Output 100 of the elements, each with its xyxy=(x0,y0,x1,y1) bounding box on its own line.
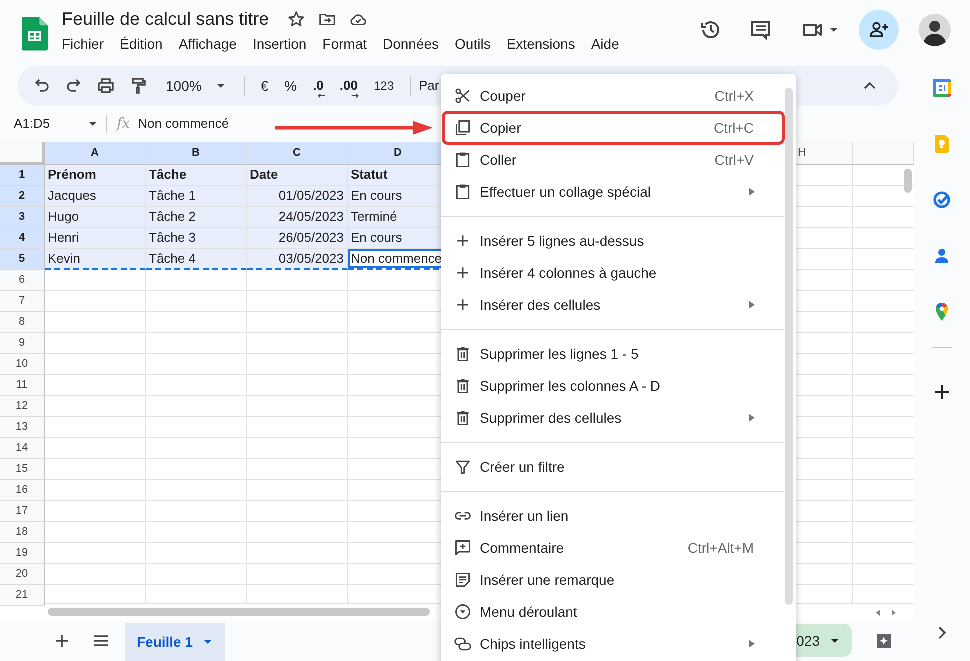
clipboard-icon xyxy=(454,151,472,169)
percent-button[interactable]: % xyxy=(276,74,306,98)
table-cell[interactable]: Tâche xyxy=(146,164,247,186)
table-cell[interactable]: Tâche 2 xyxy=(146,206,247,228)
row-header[interactable]: 17 xyxy=(0,500,45,522)
table-cell[interactable]: 01/05/2023 xyxy=(247,186,348,206)
trash-icon xyxy=(454,377,472,395)
context-menu-item[interactable]: Supprimer les lignes 1 - 5 xyxy=(441,338,784,370)
row-header[interactable]: 8 xyxy=(0,312,45,332)
table-cell[interactable]: Tâche 1 xyxy=(146,186,247,206)
table-cell[interactable]: Date xyxy=(247,164,348,186)
row-header[interactable]: 6 xyxy=(0,270,45,290)
avatar-icon[interactable] xyxy=(919,14,951,46)
context-menu-item[interactable]: Couper Ctrl+X xyxy=(441,80,784,112)
comment-icon[interactable] xyxy=(749,18,773,42)
clipboard-icon xyxy=(454,183,472,201)
arrow-icon xyxy=(316,92,326,99)
menu-item[interactable]: Données xyxy=(383,36,448,52)
menu-item[interactable]: Outils xyxy=(455,36,499,52)
menu-item[interactable]: Extensions xyxy=(506,36,584,52)
context-menu-item[interactable]: Supprimer les colonnes A - D xyxy=(441,370,784,402)
dropdown-circle-icon xyxy=(454,603,472,621)
calendar-icon[interactable] xyxy=(932,78,952,98)
column-header[interactable]: B xyxy=(146,142,247,164)
menu-item[interactable]: Aide xyxy=(591,36,628,52)
shortcut-label: Ctrl+C xyxy=(714,120,754,136)
table-cell[interactable]: Hugo xyxy=(45,206,146,228)
print-icon[interactable] xyxy=(96,76,116,96)
table-cell[interactable]: 24/05/2023 xyxy=(247,206,348,228)
arrow-icon xyxy=(350,92,360,99)
note-icon xyxy=(454,571,472,589)
menu-item[interactable]: Format xyxy=(322,36,375,52)
scrollbar-thumb[interactable] xyxy=(904,168,912,192)
row-header[interactable]: 12 xyxy=(0,396,45,416)
row-header[interactable]: 19 xyxy=(0,542,45,564)
menu-item[interactable]: Insertion xyxy=(252,36,315,52)
context-menu-item[interactable]: Commentaire Ctrl+Alt+M xyxy=(441,532,784,564)
row-header[interactable]: 1 xyxy=(0,164,45,186)
formula-input[interactable]: Non commencé xyxy=(138,116,230,132)
table-cell[interactable]: 03/05/2023 xyxy=(247,248,348,270)
increase-decimals-button[interactable]: .00 xyxy=(332,74,366,98)
trash-icon xyxy=(454,345,472,363)
scrollbar-thumb[interactable] xyxy=(785,88,793,605)
chips-icon xyxy=(454,635,472,653)
row-header[interactable]: 16 xyxy=(0,480,45,500)
document-title[interactable]: Feuille de calcul sans titre xyxy=(62,9,270,30)
share-button[interactable] xyxy=(859,10,899,50)
tasks-icon[interactable] xyxy=(932,190,952,210)
trash-icon xyxy=(454,409,472,427)
menu-item[interactable]: Affichage xyxy=(178,36,245,52)
context-menu-item[interactable]: Insérer des cellules xyxy=(441,289,784,321)
scrollbar-thumb[interactable] xyxy=(48,608,430,616)
shortcut-label: Ctrl+X xyxy=(714,88,754,104)
number-format-button[interactable]: 123 xyxy=(366,74,402,98)
font-dropdown[interactable]: Par xyxy=(419,78,440,94)
table-cell[interactable]: Prénom xyxy=(45,164,146,186)
column-header[interactable]: C xyxy=(247,142,348,164)
scroll-right-icon[interactable] xyxy=(890,609,898,618)
table-cell[interactable]: Henri xyxy=(45,228,146,248)
function-label: fx xyxy=(117,116,130,132)
scroll-left-icon[interactable] xyxy=(874,609,882,618)
star-icon[interactable] xyxy=(287,10,306,29)
add-icon[interactable] xyxy=(932,382,952,402)
row-header[interactable]: 4 xyxy=(0,228,45,248)
context-menu-item[interactable]: Créer un filtre xyxy=(441,451,784,483)
table-cell[interactable]: Kevin xyxy=(45,248,146,270)
scissors-icon xyxy=(454,87,472,105)
copy-icon xyxy=(454,119,472,137)
caret-icon xyxy=(829,25,839,35)
name-box[interactable]: A1:D5 xyxy=(14,116,98,132)
sheet-tab[interactable]: Feuille 1 xyxy=(125,623,226,661)
context-menu-item[interactable]: Copier Ctrl+C xyxy=(443,112,784,144)
zoom-dropdown[interactable]: 100% xyxy=(166,78,226,94)
row-header[interactable]: 18 xyxy=(0,522,45,542)
row-header[interactable]: 7 xyxy=(0,290,45,312)
row-header[interactable]: 3 xyxy=(0,206,45,228)
context-menu-item[interactable]: Insérer une remarque xyxy=(441,564,784,596)
table-cell[interactable]: Tâche 3 xyxy=(146,228,247,248)
row-header[interactable]: 20 xyxy=(0,564,45,584)
decrease-decimals-button[interactable]: .0 xyxy=(305,74,332,98)
row-header[interactable]: 10 xyxy=(0,354,45,374)
row-header[interactable]: 13 xyxy=(0,416,45,438)
table-cell[interactable]: Tâche 4 xyxy=(146,248,247,270)
menu-item[interactable]: Fichier xyxy=(62,36,112,52)
currency-button[interactable]: € xyxy=(252,74,277,98)
column-header[interactable]: A xyxy=(45,142,146,164)
menu-item[interactable]: Édition xyxy=(120,36,171,52)
context-menu-item[interactable]: Supprimer des cellules xyxy=(441,402,784,434)
row-header[interactable]: 9 xyxy=(0,332,45,354)
row-header[interactable]: 21 xyxy=(0,584,45,606)
row-header[interactable]: 11 xyxy=(0,374,45,396)
row-header[interactable]: 5 xyxy=(0,248,45,270)
row-header[interactable]: 15 xyxy=(0,458,45,480)
comment-add-icon xyxy=(454,539,472,557)
sheets-logo-icon[interactable] xyxy=(22,17,48,51)
row-header[interactable]: 2 xyxy=(0,186,45,206)
table-cell[interactable]: Jacques xyxy=(45,186,146,206)
table-cell[interactable]: 26/05/2023 xyxy=(247,228,348,248)
context-menu-item[interactable]: Insérer un lien xyxy=(441,500,784,532)
row-header[interactable]: 14 xyxy=(0,438,45,458)
